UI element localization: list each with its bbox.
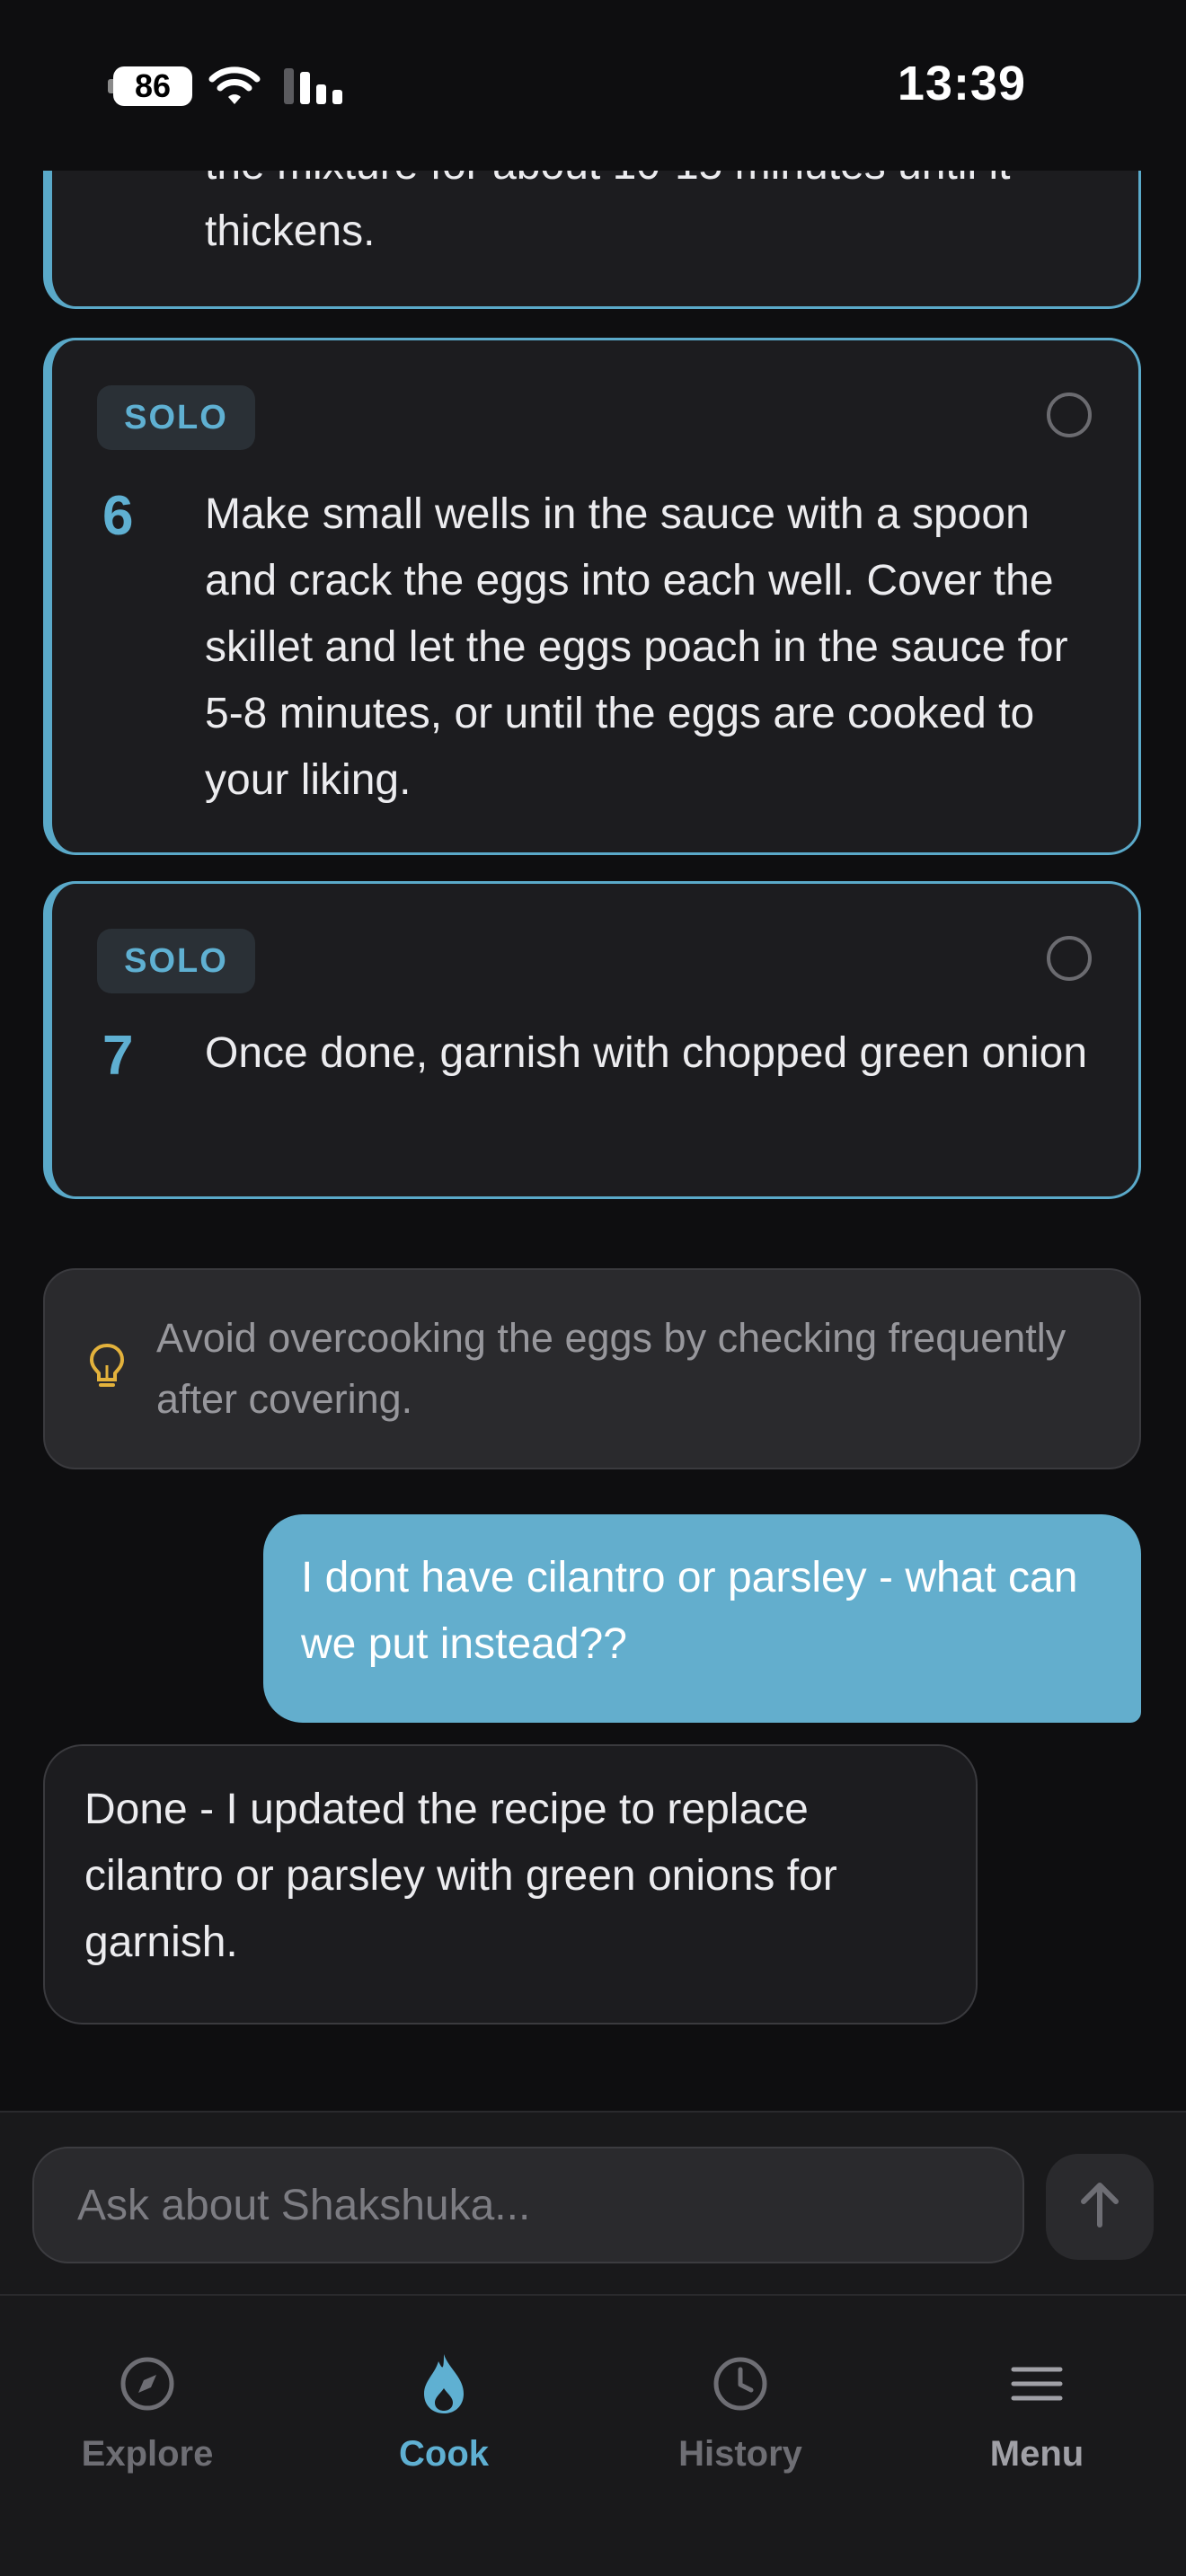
solo-badge: SOLO	[97, 929, 255, 993]
send-button[interactable]	[1046, 2154, 1154, 2260]
step-number: 7	[102, 1025, 134, 1087]
step-text: Make small wells in the sauce with a spo…	[205, 490, 1068, 804]
compass-icon	[40, 2348, 255, 2420]
arrow-up-icon	[1078, 2182, 1121, 2233]
step-number: 6	[102, 485, 134, 547]
tip-text: Avoid overcooking the eggs by checking f…	[156, 1315, 1067, 1422]
tab-label: History	[678, 2434, 802, 2474]
hamburger-menu-icon	[929, 2348, 1145, 2420]
tab-explore[interactable]: Explore	[40, 2348, 255, 2475]
bottom-tab-bar: Explore Cook History Menu	[0, 2296, 1186, 2576]
tab-history[interactable]: History	[633, 2348, 848, 2475]
chat-scroll-area[interactable]: the mixture for about 10-15 minutes unti…	[0, 0, 1186, 2111]
status-time: 13:39	[897, 57, 1026, 110]
status-bar: 86 13:39	[0, 0, 1186, 171]
tip-card: Avoid overcooking the eggs by checking f…	[43, 1268, 1141, 1469]
tab-label: Menu	[989, 2434, 1084, 2474]
battery-level: 86	[113, 66, 192, 106]
assistant-message-bubble: Done - I updated the recipe to replace c…	[43, 1744, 978, 2025]
solo-badge: SOLO	[97, 385, 255, 450]
tab-label: Cook	[399, 2434, 489, 2474]
step-text: Once done, garnish with chopped green on…	[205, 1029, 1084, 1077]
step-card-6[interactable]: SOLO 6 Make small wells in the sauce wit…	[43, 338, 1141, 855]
cellular-signal-icon	[284, 68, 347, 109]
tab-label: Explore	[81, 2434, 214, 2474]
lightbulb-icon	[88, 1342, 126, 1397]
step-complete-checkbox[interactable]	[1047, 393, 1092, 437]
wifi-icon	[208, 65, 261, 110]
clock-icon	[633, 2348, 848, 2420]
ask-input[interactable]	[32, 2147, 1024, 2263]
battery-indicator: 86	[108, 66, 192, 106]
flame-icon	[336, 2348, 552, 2420]
chat-input-bar	[0, 2111, 1186, 2296]
tab-menu[interactable]: Menu	[929, 2348, 1145, 2475]
tab-cook[interactable]: Cook	[336, 2348, 552, 2475]
step-complete-checkbox[interactable]	[1047, 936, 1092, 981]
user-message-bubble: I dont have cilantro or parsley - what c…	[263, 1514, 1141, 1723]
step-card-7[interactable]: SOLO 7 Once done, garnish with chopped g…	[43, 881, 1141, 1199]
